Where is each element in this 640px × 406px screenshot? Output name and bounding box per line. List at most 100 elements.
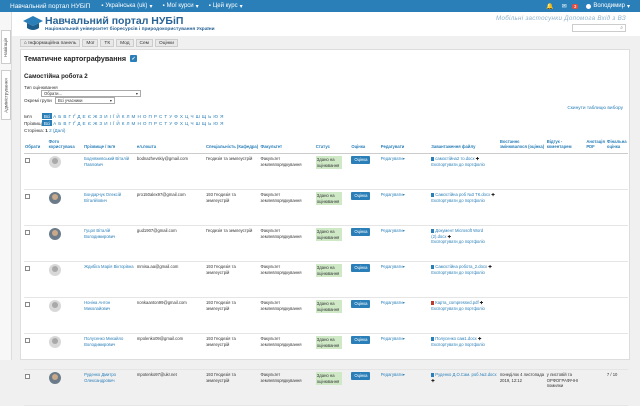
submission-cell: Полусенко сам1.docx ✚ Експортувати до пор… — [430, 333, 499, 370]
all-letters-button[interactable]: Всі — [42, 113, 53, 119]
row-checkbox[interactable] — [25, 373, 30, 379]
col-photo[interactable]: Фото користувача — [47, 138, 84, 154]
export-portfolio-link[interactable]: Експортувати до портфоліо — [431, 342, 485, 347]
submitted-file-link[interactable]: Карта_compressed.pdf — [435, 300, 478, 305]
site-brand[interactable]: Навчальний портал НУБіП — [0, 3, 96, 10]
menu-language[interactable]: ▪ Українська (uk) ▾ — [96, 3, 157, 10]
menu-my-courses[interactable]: ▪ Мої курси ▾ — [157, 3, 203, 10]
student-name-link[interactable]: Ноніна Антон Миколайович — [84, 300, 110, 311]
edit-menu-link[interactable]: Редагувати▾ — [381, 228, 405, 233]
row-checkbox[interactable] — [25, 193, 30, 199]
avatar[interactable] — [48, 263, 61, 276]
student-name-link[interactable]: Ждибіга Марія Вікторівна — [84, 264, 133, 269]
grade-button[interactable]: Оцінка — [351, 263, 371, 272]
breadcrumb-item[interactable]: Мод — [116, 39, 134, 47]
breadcrumb-item[interactable]: ⌂ Інформаційна панель — [20, 39, 81, 47]
header-links[interactable]: Мобільні застосунки Допомога Вхід з ВЗ — [496, 15, 626, 22]
avatar[interactable] — [48, 371, 61, 384]
row-checkbox[interactable] — [25, 265, 30, 271]
breadcrumb-item[interactable]: ТК — [100, 39, 115, 47]
plus-icon[interactable]: ✚ — [491, 192, 495, 197]
export-portfolio-link[interactable]: Експортувати до портфоліо — [431, 270, 485, 275]
plus-icon[interactable]: ✚ — [488, 264, 492, 269]
header-search-input[interactable]: ⌕ — [572, 24, 626, 32]
grade-button[interactable]: Оцінка — [351, 191, 371, 200]
export-portfolio-link[interactable]: Експортувати до портфоліо — [431, 162, 485, 167]
letter-links[interactable]: А Б В Г Ґ Д Е Є Ж З И І Ї Й К Л М Н О П … — [53, 114, 224, 119]
portal-title[interactable]: Навчальний портал НУБіП — [45, 15, 183, 27]
student-name-link[interactable]: Бондарчук Олексій Віталійович — [84, 192, 121, 203]
col-submission[interactable]: Завантаження файлу — [430, 138, 499, 154]
avatar[interactable] — [48, 335, 61, 348]
breadcrumb-item[interactable]: Сем — [135, 39, 153, 47]
breadcrumb-item[interactable]: Мої — [82, 39, 99, 47]
export-portfolio-link[interactable]: Експортувати до портфоліо — [431, 198, 485, 203]
col-name[interactable]: Прізвище / Ім'я — [83, 138, 136, 154]
grade-button[interactable]: Оцінка — [351, 299, 371, 308]
bell-icon[interactable]: 🔔 — [546, 3, 553, 10]
message-icon[interactable]: ✉ — [562, 3, 567, 10]
grade-button[interactable]: Оцінка — [351, 155, 371, 164]
grade-button[interactable]: Оцінка — [351, 335, 371, 344]
grade-button[interactable]: Оцінка — [351, 227, 371, 236]
row-checkbox[interactable] — [25, 337, 30, 343]
student-name-link[interactable]: Гуцол Віталій Володимирович — [84, 228, 115, 239]
submitted-file-link[interactable]: Самостійна роб №3 ТК.docx — [435, 192, 490, 197]
avatar[interactable] — [48, 155, 61, 168]
avatar[interactable] — [48, 191, 61, 204]
student-name-link[interactable]: Полусенко Михайло Володимирович — [84, 336, 123, 347]
edit-menu-link[interactable]: Редагувати▾ — [381, 300, 405, 305]
col-specialty[interactable]: Спеціальність (Кафедра) — [204, 138, 260, 154]
row-checkbox[interactable] — [25, 229, 30, 235]
edit-menu-link[interactable]: Редагувати▾ — [381, 156, 405, 161]
avatar[interactable] — [48, 227, 61, 240]
col-status[interactable]: Статус — [314, 138, 351, 154]
group-select[interactable]: Всі учасники ▾ — [55, 97, 115, 104]
plus-icon[interactable]: ✚ — [431, 378, 435, 383]
edit-menu-link[interactable]: Редагувати▾ — [381, 372, 405, 377]
plus-icon[interactable]: ✚ — [476, 156, 480, 161]
avatar[interactable] — [48, 299, 61, 312]
submitted-file-link[interactable]: Руденко Д.О.Сам. роб.№2.docx — [435, 372, 496, 377]
sidebar-tab-navigation[interactable]: Навігація — [1, 30, 11, 64]
menu-this-course[interactable]: ▪ Цей курс ▾ — [204, 3, 248, 10]
letter-links[interactable]: А Б В Г Ґ Д Е Є Ж З И І Ї Й К Л М Н О П … — [53, 121, 224, 126]
col-last-modified[interactable]: Востаннє змінювалося (оцінка) — [498, 138, 546, 154]
submitted-file-link[interactable]: самостійна2 то.docx — [435, 156, 474, 161]
edit-menu-link[interactable]: Редагувати▾ — [381, 336, 405, 341]
graduation-cap-icon[interactable] — [22, 15, 44, 32]
row-checkbox[interactable] — [25, 301, 30, 307]
col-email[interactable]: ел.пошта — [135, 138, 205, 154]
email-cell: mpotenko97@ukr.net — [135, 369, 205, 406]
student-name-link[interactable]: Руденко Дмитро Олександрович — [84, 372, 116, 383]
all-letters-button[interactable]: Всі — [42, 120, 53, 126]
submitted-file-link[interactable]: Самостійна робота_2.docx — [435, 264, 487, 269]
grade-type-select[interactable]: Обрати... ▾ — [41, 90, 141, 97]
breadcrumb-item[interactable]: Оцінки — [154, 39, 178, 47]
col-pdf[interactable]: Анотація PDF — [585, 138, 606, 154]
plus-icon[interactable]: ✚ — [480, 300, 484, 305]
export-portfolio-link[interactable]: Експортувати до портфоліо — [431, 239, 485, 244]
col-feedback[interactable]: Відгук - коментарем — [545, 138, 586, 154]
plus-icon[interactable]: ✚ — [448, 234, 452, 239]
plus-icon[interactable]: ✚ — [478, 336, 482, 341]
search-icon[interactable]: ⌕ — [620, 25, 623, 31]
reset-table-link[interactable]: Скинути таблицю вибору — [567, 106, 623, 111]
col-final[interactable]: Фінальна оцінка — [605, 138, 628, 154]
submitted-file-link[interactable]: Полусенко сам1.docx — [435, 336, 476, 341]
edit-menu-link[interactable]: Редагувати▾ — [381, 264, 405, 269]
edit-menu-link[interactable]: Редагувати▾ — [381, 192, 405, 197]
col-faculty[interactable]: Факультет — [259, 138, 315, 154]
table-row: Бодняжевський Віталій Павлович bodnazhevs… — [24, 153, 628, 190]
first-name-filter: Ім'я Всі А Б В Г Ґ Д Е Є Ж З И І Ї Й К Л… — [24, 113, 224, 119]
user-menu[interactable]: Володимир ▾ — [586, 3, 630, 10]
table-row: Полусенко Михайло Володимирович mpolenko0… — [24, 333, 628, 370]
export-portfolio-link[interactable]: Експортувати до портфоліо — [431, 306, 485, 311]
col-grade[interactable]: Оцінка — [350, 138, 380, 154]
next-page-link[interactable]: 2 (Далі) — [49, 128, 65, 133]
row-checkbox[interactable] — [25, 157, 30, 163]
student-name-link[interactable]: Бодняжевський Віталій Павлович — [84, 156, 129, 167]
grade-button[interactable]: Оцінка — [351, 371, 371, 380]
sidebar-tab-administration[interactable]: Адміністрування — [1, 70, 11, 120]
submitted-file-link[interactable]: Документ Microsoft Word (2).docx — [431, 228, 483, 239]
